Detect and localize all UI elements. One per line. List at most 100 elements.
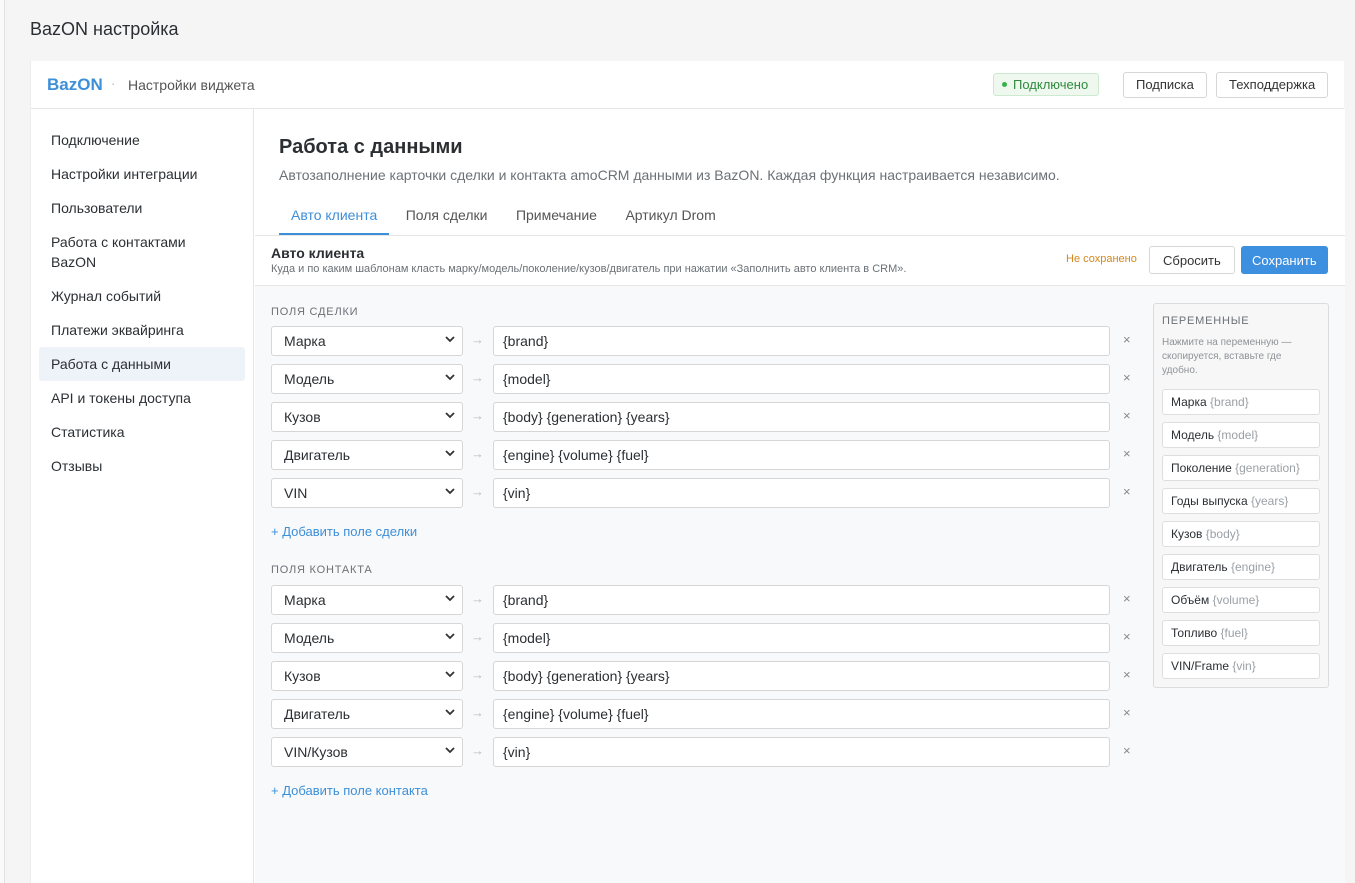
template-input[interactable]: {model} [493, 623, 1110, 653]
variable-chip[interactable]: Годы выпуска {years} [1162, 488, 1320, 514]
field-select[interactable]: Кузов [271, 402, 463, 432]
chevron-down-icon [445, 709, 455, 716]
tab-drom-article[interactable]: Артикул Drom [613, 188, 727, 235]
field-select[interactable]: VIN [271, 478, 463, 508]
tab-note[interactable]: Примечание [504, 188, 609, 235]
remove-row-icon[interactable]: × [1123, 705, 1131, 720]
field-select[interactable]: Марка [271, 326, 463, 356]
variable-chip[interactable]: VIN/Frame {vin} [1162, 653, 1320, 679]
variable-code: {fuel} [1220, 626, 1248, 640]
remove-row-icon[interactable]: × [1123, 484, 1131, 499]
field-select[interactable]: Модель [271, 364, 463, 394]
add-contact-field-link[interactable]: + Добавить поле контакта [271, 783, 428, 798]
variable-chip[interactable]: Модель {model} [1162, 422, 1320, 448]
tab-client-car[interactable]: Авто клиента [279, 188, 390, 235]
deal-field-row: Марка → {brand} × [271, 326, 1141, 356]
remove-row-icon[interactable]: × [1123, 446, 1131, 461]
arrow-right-icon: → [471, 667, 484, 682]
sidebar-item-integration-settings[interactable]: Настройки интеграции [39, 157, 245, 191]
template-input[interactable]: {brand} [493, 326, 1110, 356]
field-select-value: Двигатель [284, 447, 351, 463]
deal-field-row: Кузов → {body} {generation} {years} × [271, 402, 1141, 432]
chevron-down-icon [445, 336, 455, 343]
variables-title: ПЕРЕМЕННЫЕ [1162, 315, 1250, 327]
sidebar-item-reviews[interactable]: Отзывы [39, 449, 245, 483]
arrow-right-icon: → [471, 705, 484, 720]
contact-field-row: Марка → {brand} × [271, 585, 1141, 615]
sidebar-item-event-log[interactable]: Журнал событий [39, 279, 245, 313]
status-badge: Подключено [993, 73, 1100, 96]
remove-row-icon[interactable]: × [1123, 408, 1131, 423]
save-button[interactable]: Сохранить [1241, 246, 1328, 274]
breadcrumb-separator: · [111, 76, 116, 91]
chevron-down-icon [445, 595, 455, 602]
sidebar-item-statistics[interactable]: Статистика [39, 415, 245, 449]
variable-chip[interactable]: Кузов {body} [1162, 521, 1320, 547]
arrow-right-icon: → [471, 408, 484, 423]
field-select-value: Марка [284, 333, 326, 349]
subscription-button[interactable]: Подписка [1123, 72, 1207, 98]
variable-chip[interactable]: Топливо {fuel} [1162, 620, 1320, 646]
field-select[interactable]: Кузов [271, 661, 463, 691]
field-select[interactable]: VIN/Кузов [271, 737, 463, 767]
field-select-value: Марка [284, 592, 326, 608]
variable-code: {vin} [1232, 659, 1256, 673]
add-deal-field-link[interactable]: + Добавить поле сделки [271, 524, 417, 539]
template-input[interactable]: {body} {generation} {years} [493, 402, 1110, 432]
variable-name: Кузов [1171, 527, 1203, 541]
template-input[interactable]: {engine} {volume} {fuel} [493, 699, 1110, 729]
field-select[interactable]: Марка [271, 585, 463, 615]
unsaved-indicator: Не сохранено [1066, 253, 1137, 265]
variable-code: {volume} [1212, 593, 1260, 607]
variable-chip[interactable]: Объём {volume} [1162, 587, 1320, 613]
contact-field-row: Модель → {model} × [271, 623, 1141, 653]
remove-row-icon[interactable]: × [1123, 629, 1131, 644]
variable-code: {brand} [1210, 395, 1249, 409]
sidebar-item-users[interactable]: Пользователи [39, 191, 245, 225]
field-select-value: Кузов [284, 409, 321, 425]
contact-field-row: Кузов → {body} {generation} {years} × [271, 661, 1141, 691]
chevron-down-icon [445, 450, 455, 457]
sidebar-item-api-tokens[interactable]: API и токены доступа [39, 381, 245, 415]
main-header: Работа с данными Автозаполнение карточки… [255, 109, 1345, 188]
variable-code: {engine} [1230, 560, 1276, 574]
template-input[interactable]: {model} [493, 364, 1110, 394]
variable-chip[interactable]: Двигатель {engine} [1162, 554, 1320, 580]
sidebar-item-acquiring-payments[interactable]: Платежи эквайринга [39, 313, 245, 347]
chevron-down-icon [445, 374, 455, 381]
template-input[interactable]: {vin} [493, 478, 1110, 508]
sidebar-item-connection[interactable]: Подключение [39, 123, 245, 157]
template-input[interactable]: {brand} [493, 585, 1110, 615]
main-content: Работа с данными Автозаполнение карточки… [255, 109, 1345, 883]
variable-chip[interactable]: Марка {brand} [1162, 389, 1320, 415]
remove-row-icon[interactable]: × [1123, 370, 1131, 385]
field-select[interactable]: Модель [271, 623, 463, 653]
arrow-right-icon: → [471, 591, 484, 606]
variable-code: {model} [1217, 428, 1259, 442]
template-input[interactable]: {vin} [493, 737, 1110, 767]
variables-panel: ПЕРЕМЕННЫЕ Нажмите на переменную — скопи… [1153, 303, 1329, 688]
field-select-value: VIN/Кузов [284, 744, 348, 760]
remove-row-icon[interactable]: × [1123, 591, 1131, 606]
template-input[interactable]: {engine} {volume} {fuel} [493, 440, 1110, 470]
variable-chip[interactable]: Поколение {generation} [1162, 455, 1320, 481]
tabs: Авто клиента Поля сделки Примечание Арти… [255, 188, 1345, 236]
remove-row-icon[interactable]: × [1123, 743, 1131, 758]
variables-hint: Нажмите на переменную — скопируется, вст… [1162, 337, 1292, 376]
tab-deal-fields[interactable]: Поля сделки [394, 188, 500, 235]
support-button[interactable]: Техподдержка [1216, 72, 1329, 98]
field-select[interactable]: Двигатель [271, 440, 463, 470]
variable-name: Двигатель [1171, 560, 1228, 574]
field-select[interactable]: Двигатель [271, 699, 463, 729]
remove-row-icon[interactable]: × [1123, 667, 1131, 682]
reset-button[interactable]: Сбросить [1149, 246, 1235, 274]
variable-code: {years} [1250, 494, 1289, 508]
sidebar-item-data[interactable]: Работа с данными [39, 347, 245, 381]
arrow-right-icon: → [471, 370, 484, 385]
deal-fields-label: ПОЛЯ СДЕЛКИ [271, 306, 359, 318]
contact-field-row: VIN/Кузов → {vin} × [271, 737, 1141, 767]
field-select-value: Двигатель [284, 706, 351, 722]
remove-row-icon[interactable]: × [1123, 332, 1131, 347]
template-input[interactable]: {body} {generation} {years} [493, 661, 1110, 691]
sidebar-item-bazon-contacts[interactable]: Работа с контактами BazON [39, 225, 245, 279]
